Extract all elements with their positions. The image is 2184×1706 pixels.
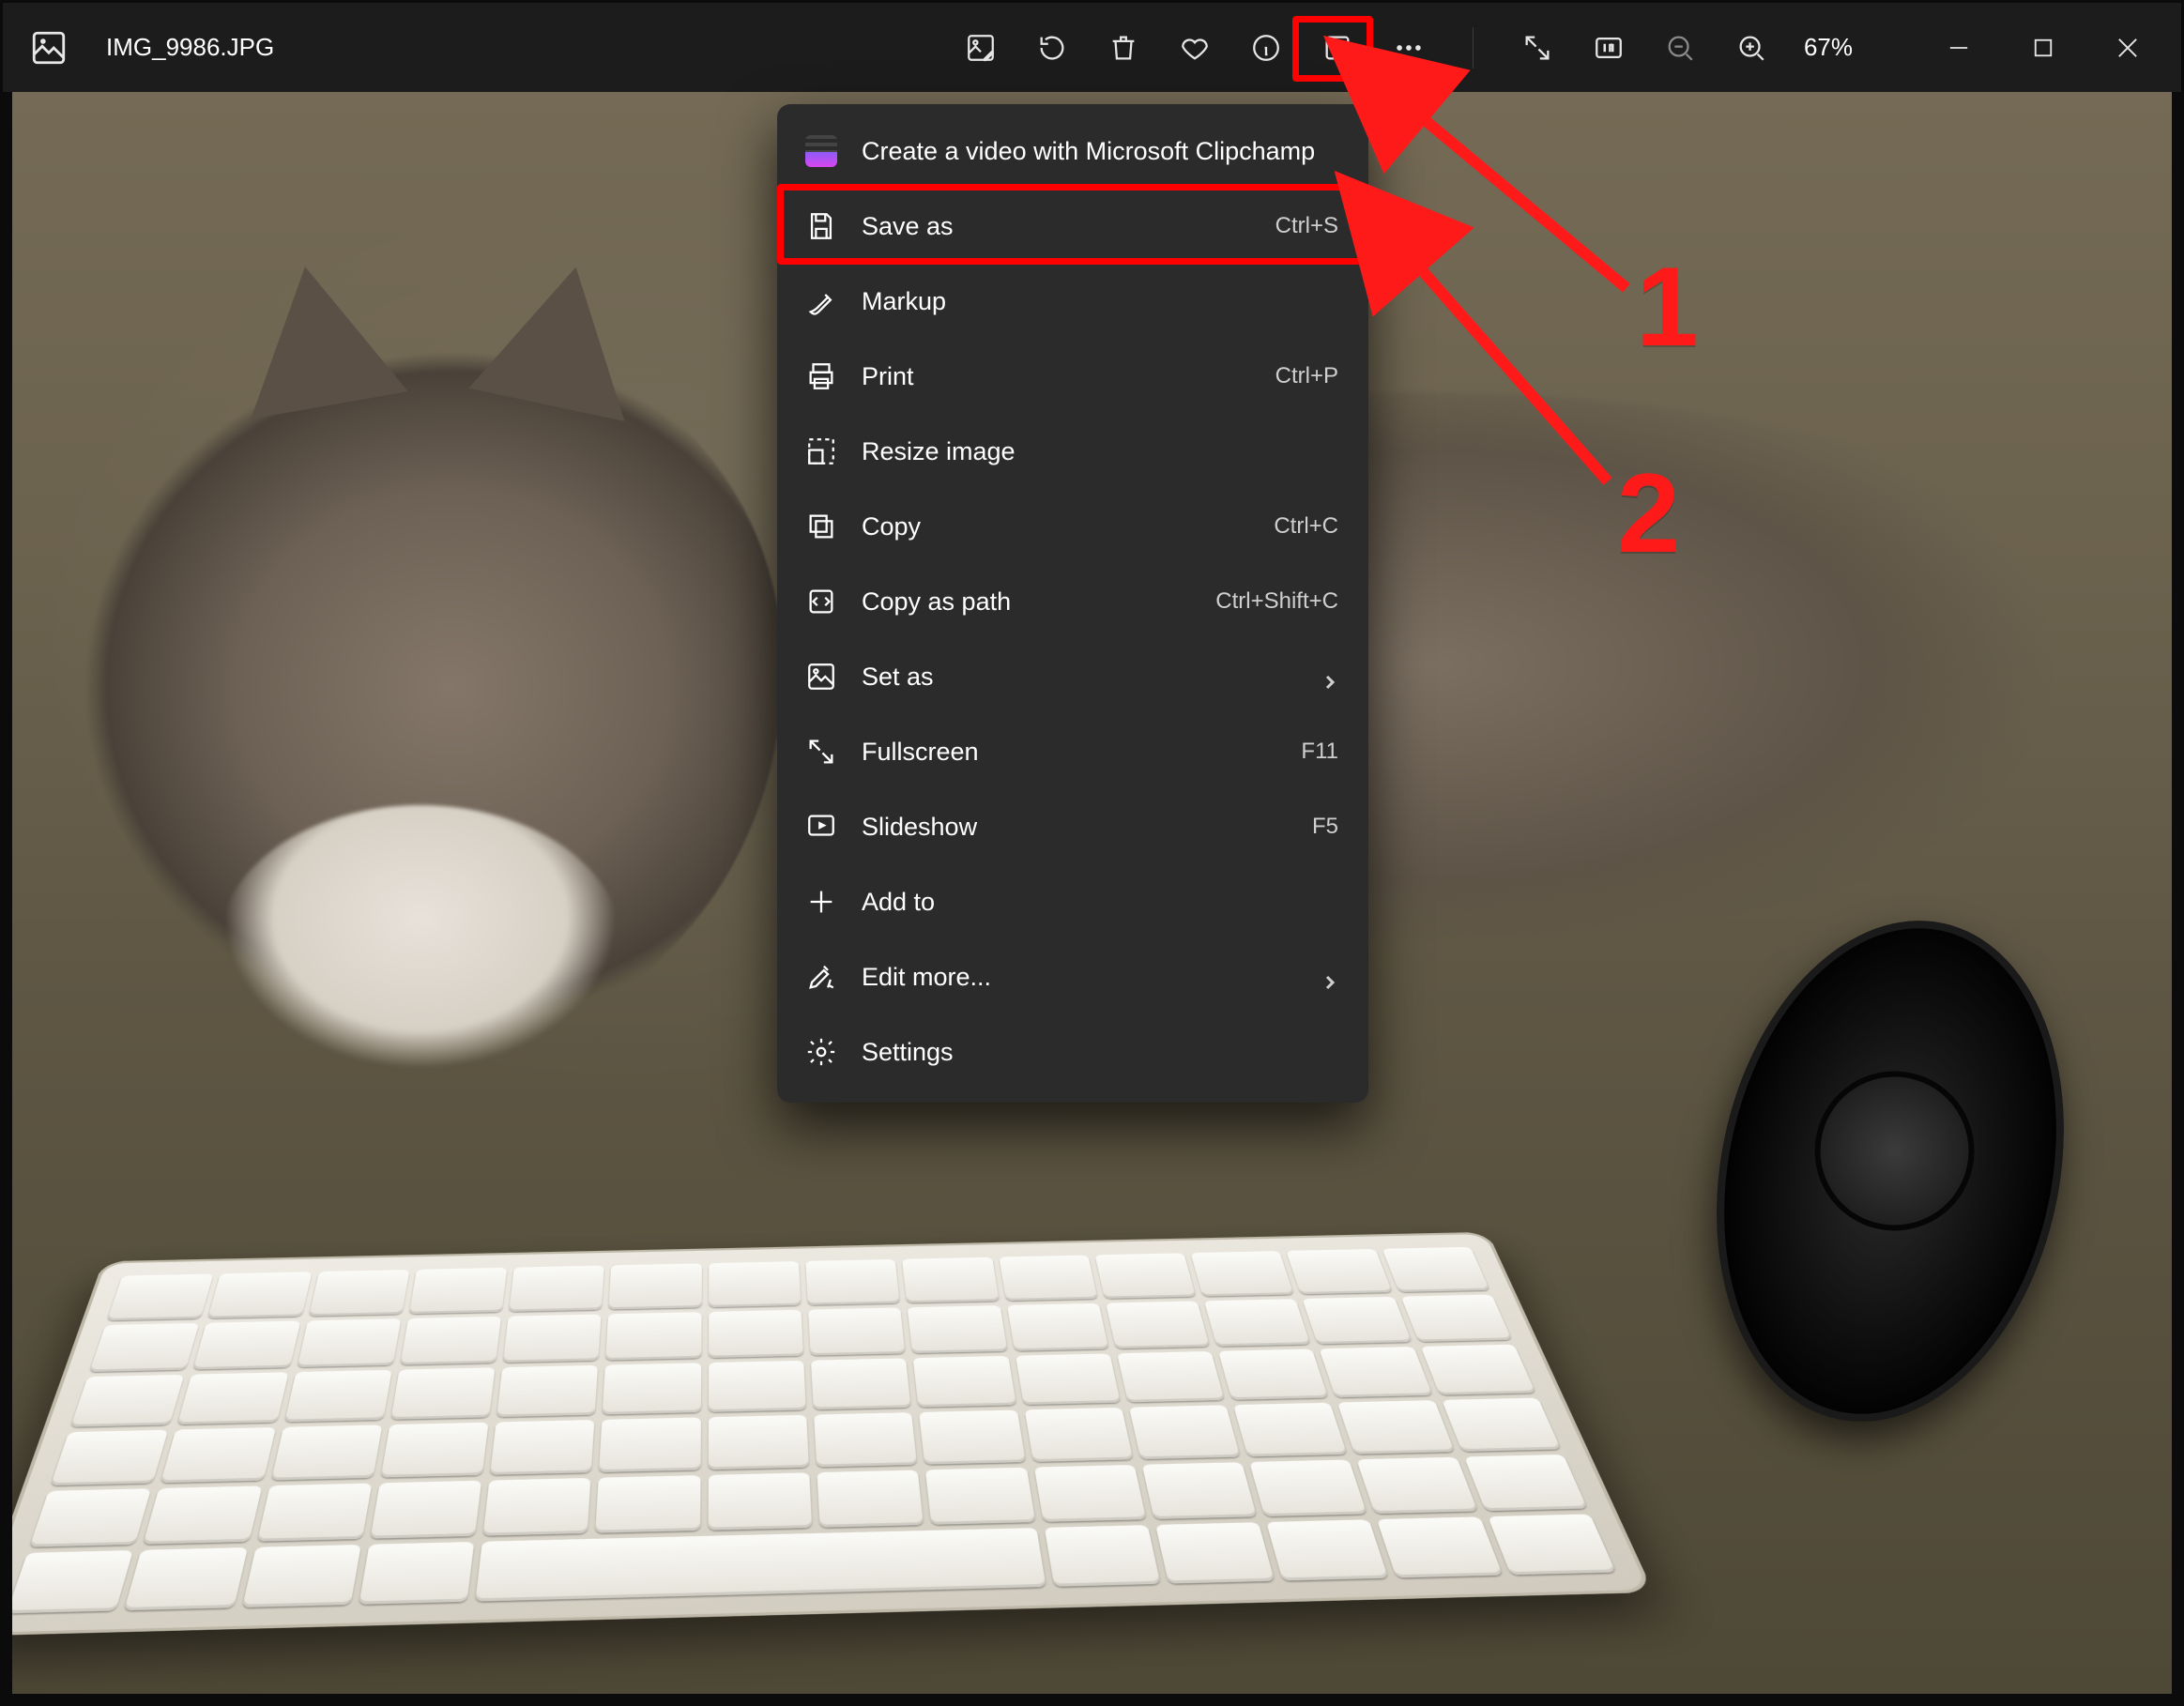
menu-item-print[interactable]: Print Ctrl+P xyxy=(777,339,1368,414)
toolbar-zoom: 67% xyxy=(1504,18,1868,78)
titlebar: IMG_9986.JPG xyxy=(3,3,2181,92)
fullscreen-toggle-button[interactable] xyxy=(1504,18,1571,78)
menu-accelerator: Ctrl+S xyxy=(1275,213,1338,239)
menu-accelerator: Ctrl+Shift+C xyxy=(1215,588,1338,615)
window-maximize-button[interactable] xyxy=(2003,18,2084,78)
menu-item-markup[interactable]: Markup xyxy=(777,264,1368,339)
menu-item-resize[interactable]: Resize image xyxy=(777,414,1368,489)
window-controls xyxy=(1918,18,2168,78)
menu-label: Fullscreen xyxy=(862,738,1276,767)
context-menu: Create a video with Microsoft Clipchamp … xyxy=(777,104,1368,1103)
menu-item-settings[interactable]: Settings xyxy=(777,1014,1368,1089)
markup-icon xyxy=(805,285,837,317)
share-button[interactable] xyxy=(1304,18,1371,78)
toolbar-separator xyxy=(1473,27,1474,69)
zoom-percentage-label[interactable]: 67% xyxy=(1789,33,1868,62)
toolbar-center xyxy=(947,18,1443,78)
menu-label: Copy xyxy=(862,512,1249,541)
menu-item-copy-path[interactable]: Copy as path Ctrl+Shift+C xyxy=(777,564,1368,639)
menu-label: Copy as path xyxy=(862,587,1191,617)
resize-icon xyxy=(805,435,837,467)
filename-label: IMG_9986.JPG xyxy=(106,33,274,62)
chevron-right-icon xyxy=(1321,668,1338,685)
menu-accelerator: F5 xyxy=(1312,814,1338,840)
window-minimize-button[interactable] xyxy=(1918,18,1999,78)
menu-item-slideshow[interactable]: Slideshow F5 xyxy=(777,789,1368,864)
annotation-number-2: 2 xyxy=(1617,449,1680,578)
favorite-button[interactable] xyxy=(1161,18,1229,78)
rotate-button[interactable] xyxy=(1018,18,1086,78)
menu-item-copy[interactable]: Copy Ctrl+C xyxy=(777,489,1368,564)
menu-accelerator: Ctrl+P xyxy=(1275,363,1338,389)
menu-label: Set as xyxy=(862,663,1297,692)
info-button[interactable] xyxy=(1232,18,1300,78)
photo-cat-ear xyxy=(226,252,407,419)
copy-icon xyxy=(805,510,837,542)
set-as-icon xyxy=(805,661,837,693)
menu-item-add-to[interactable]: Add to xyxy=(777,864,1368,939)
save-icon xyxy=(805,210,837,242)
menu-item-clipchamp[interactable]: Create a video with Microsoft Clipchamp xyxy=(777,114,1368,189)
slideshow-icon xyxy=(805,811,837,843)
edit-image-button[interactable] xyxy=(947,18,1015,78)
photo-cat-chest xyxy=(219,805,622,1087)
menu-label: Create a video with Microsoft Clipchamp xyxy=(862,137,1338,166)
zoom-out-button[interactable] xyxy=(1646,18,1714,78)
menu-label: Markup xyxy=(862,287,1338,316)
menu-accelerator: Ctrl+C xyxy=(1274,513,1338,540)
actual-size-button[interactable] xyxy=(1575,18,1642,78)
app-photos-icon xyxy=(29,28,69,68)
menu-label: Save as xyxy=(862,212,1251,241)
annotation-number-1: 1 xyxy=(1636,242,1699,372)
menu-label: Add to xyxy=(862,888,1338,917)
copy-path-icon xyxy=(805,586,837,617)
menu-label: Resize image xyxy=(862,437,1338,466)
more-button[interactable] xyxy=(1375,18,1443,78)
fullscreen-icon xyxy=(805,736,837,768)
chevron-right-icon xyxy=(1321,968,1338,985)
gear-icon xyxy=(805,1036,837,1068)
window-close-button[interactable] xyxy=(2087,18,2168,78)
edit-more-icon xyxy=(805,961,837,993)
menu-item-save-as[interactable]: Save as Ctrl+S xyxy=(777,189,1368,264)
zoom-in-button[interactable] xyxy=(1718,18,1785,78)
menu-item-set-as[interactable]: Set as xyxy=(777,639,1368,714)
menu-item-fullscreen[interactable]: Fullscreen F11 xyxy=(777,714,1368,789)
clipchamp-icon xyxy=(805,135,837,167)
menu-label: Print xyxy=(862,362,1251,391)
menu-accelerator: F11 xyxy=(1301,739,1338,765)
menu-label: Slideshow xyxy=(862,813,1288,842)
delete-button[interactable] xyxy=(1090,18,1157,78)
photo-keyboard xyxy=(12,1232,1654,1637)
menu-label: Settings xyxy=(862,1038,1338,1067)
menu-label: Edit more... xyxy=(862,963,1297,992)
print-icon xyxy=(805,360,837,392)
menu-item-edit-more[interactable]: Edit more... xyxy=(777,939,1368,1014)
plus-icon xyxy=(805,886,837,918)
